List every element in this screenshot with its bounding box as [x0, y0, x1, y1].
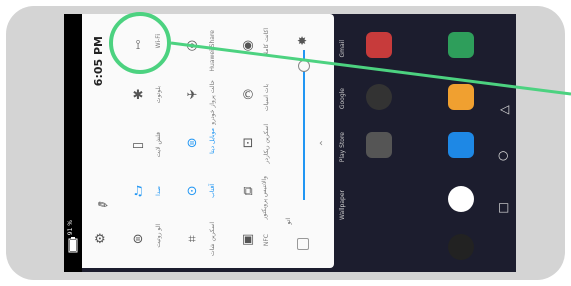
auto-brightness-checkbox[interactable] — [297, 238, 309, 250]
highlight-circle — [109, 12, 171, 74]
battery-percent: 91 % — [67, 220, 74, 236]
tile-label-lock: الو روتیت — [155, 224, 162, 248]
home-app-label-google: Google — [339, 88, 346, 110]
battery-icon — [68, 237, 78, 253]
tile-label-rotate: موبایل دیتا — [209, 128, 216, 154]
auto-brightness-label: اتو — [285, 218, 292, 225]
brightness-slider[interactable] — [303, 50, 305, 200]
tile-label-hotspot: Huawei Share — [209, 30, 216, 72]
camera-app-icon[interactable] — [448, 234, 474, 260]
brightness-sun-icon: ✸ — [297, 34, 308, 48]
home-app-label-gmail: Gmail — [339, 40, 346, 58]
sync-icon[interactable]: © — [240, 88, 256, 104]
calendar-app-icon[interactable] — [366, 32, 392, 58]
tile-label-sound: صدا — [155, 186, 162, 196]
back-nav-icon[interactable]: ◁ — [500, 102, 509, 116]
tile-label-location: اکانت کاملا — [263, 28, 270, 56]
tile-label-flashlight: فلش لایت — [155, 132, 162, 158]
lock-icon[interactable]: ⊜ — [130, 232, 146, 248]
hotspot-icon[interactable]: ◎ — [184, 38, 200, 54]
tile-label-nfc: NFC — [263, 234, 270, 247]
brightness-handle[interactable] — [298, 60, 310, 72]
recents-nav-icon[interactable]: □ — [498, 200, 509, 214]
settings-gear-icon[interactable]: ⚙ — [94, 232, 106, 247]
tile-label-airplane: حالت پرواز خودرو — [209, 80, 216, 125]
screenshot-icon[interactable]: ⊡ — [240, 136, 256, 152]
messages-app-icon[interactable] — [448, 132, 474, 158]
tile-label-screen: آفتاب — [209, 184, 216, 198]
rotate-icon[interactable]: ⊜ — [184, 136, 200, 152]
airplane-icon[interactable]: ✈ — [184, 88, 200, 104]
collapse-chevron-icon[interactable]: ‹ — [319, 138, 323, 149]
tile-label-cast: والاتنیس پرویکتور — [261, 176, 268, 220]
crop-icon[interactable]: ⌗ — [184, 232, 200, 248]
screen-icon[interactable]: ⊙ — [184, 184, 200, 200]
cast-icon[interactable]: ⧉ — [240, 184, 256, 200]
clock-time: 6:05 PM — [92, 36, 105, 87]
tile-label-screenshot: اسکرین ریکاردر — [263, 124, 270, 164]
nfc-icon[interactable]: ▣ — [240, 232, 256, 248]
contacts-app-icon[interactable] — [448, 84, 474, 110]
home-app-label-wallpaper: Wallpaper — [339, 190, 346, 221]
phone-app-icon[interactable] — [448, 32, 474, 58]
bluetooth-icon[interactable]: ✱ — [130, 88, 146, 104]
settings-app-icon[interactable] — [366, 132, 392, 158]
sound-icon[interactable]: ♫ — [130, 184, 146, 200]
tile-label-sync: بات اسیات — [263, 84, 270, 112]
flashlight-icon[interactable]: ▭ — [130, 138, 146, 154]
location-icon[interactable]: ◉ — [240, 38, 256, 54]
clock-app-icon[interactable] — [366, 84, 392, 110]
home-nav-icon[interactable]: ○ — [498, 148, 508, 162]
tile-label-crop: اسکرین شات — [209, 222, 216, 256]
tile-label-bluetooth: بلوتوث — [155, 86, 162, 104]
chrome-app-icon[interactable] — [448, 186, 474, 212]
home-app-label-playstore: Play Store — [339, 132, 346, 163]
